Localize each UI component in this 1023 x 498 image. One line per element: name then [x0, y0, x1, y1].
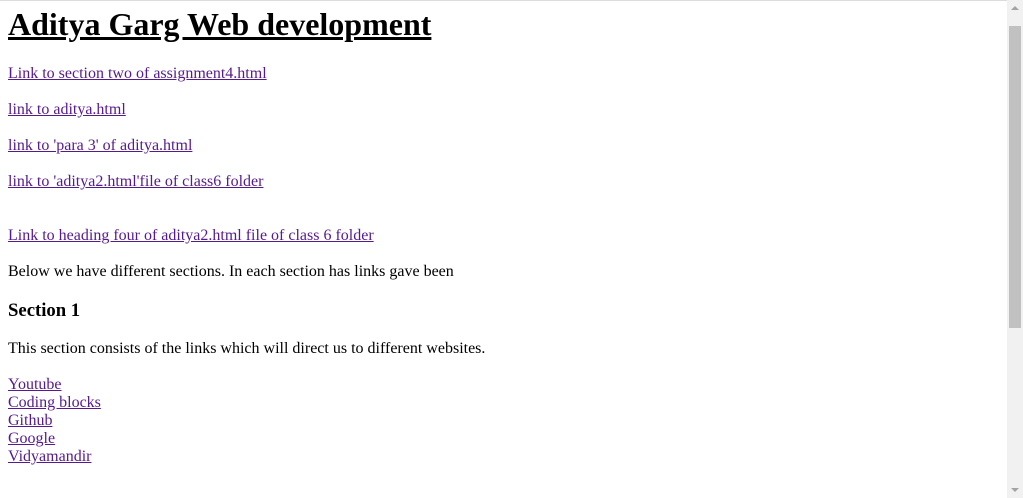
link-para-3[interactable]: link to 'para 3' of aditya.html [8, 137, 192, 154]
nav-link-2: link to aditya.html [8, 101, 126, 119]
vertical-scrollbar[interactable] [1007, 0, 1023, 498]
nav-link-1: Link to section two of assignment4.html [8, 65, 267, 83]
section-1-heading: Section 1 [8, 300, 81, 321]
section-1-description: This section consists of the links which… [8, 340, 486, 357]
page-title: Aditya Garg Web development [8, 6, 431, 43]
link-google[interactable]: Google [8, 430, 55, 447]
nav-link-3: link to 'para 3' of aditya.html [8, 137, 192, 155]
link-coding-blocks[interactable]: Coding blocks [8, 394, 101, 411]
link-github[interactable]: Github [8, 412, 52, 429]
page-title-link[interactable]: Aditya Garg Web development [8, 6, 431, 42]
nav-link-5: Link to heading four of aditya2.html fil… [8, 227, 374, 245]
link-section-two[interactable]: Link to section two of assignment4.html [8, 65, 267, 82]
website-links: Youtube Coding blocks Github Google Vidy… [8, 376, 101, 466]
link-heading-four[interactable]: Link to heading four of aditya2.html fil… [8, 227, 374, 244]
scroll-up-arrow-icon[interactable] [1011, 6, 1019, 10]
intro-text: Below we have different sections. In eac… [8, 263, 454, 280]
link-aditya2[interactable]: link to 'aditya2.html'file of class6 fol… [8, 173, 263, 190]
top-border [0, 0, 1007, 1]
link-vidyamandir[interactable]: Vidyamandir [8, 448, 91, 465]
scroll-down-arrow-icon[interactable] [1011, 488, 1019, 492]
link-youtube[interactable]: Youtube [8, 376, 62, 393]
link-aditya[interactable]: link to aditya.html [8, 101, 126, 118]
nav-link-4: link to 'aditya2.html'file of class6 fol… [8, 173, 263, 191]
scrollbar-thumb[interactable] [1009, 26, 1021, 328]
